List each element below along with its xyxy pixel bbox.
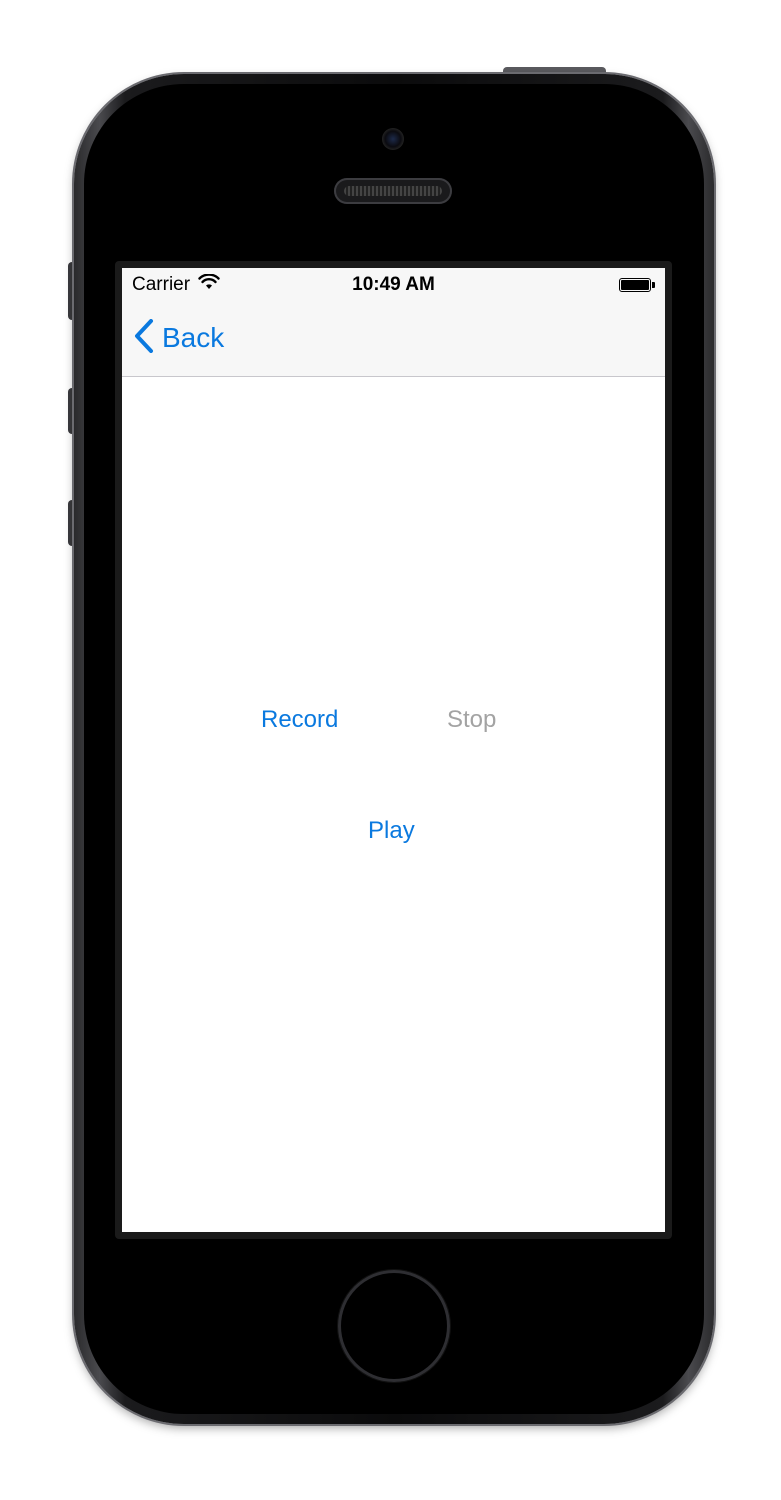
navigation-bar: Carrier 10:49 AM Back xyxy=(122,268,665,377)
back-button[interactable]: Back xyxy=(134,318,224,358)
chevron-left-icon xyxy=(134,318,154,358)
battery-icon xyxy=(619,278,655,292)
status-time: 10:49 AM xyxy=(352,274,435,295)
play-button[interactable]: Play xyxy=(368,817,415,845)
home-button[interactable] xyxy=(338,1270,450,1382)
earpiece-speaker xyxy=(334,178,452,204)
back-label: Back xyxy=(162,322,225,353)
page: Carrier 10:49 AM Back Record Stop Play xyxy=(0,0,781,1500)
app-screen: Carrier 10:49 AM Back Record Stop Play xyxy=(122,268,665,1232)
stop-button[interactable]: Stop xyxy=(447,706,496,734)
record-button[interactable]: Record xyxy=(261,706,338,734)
front-camera xyxy=(382,128,404,150)
